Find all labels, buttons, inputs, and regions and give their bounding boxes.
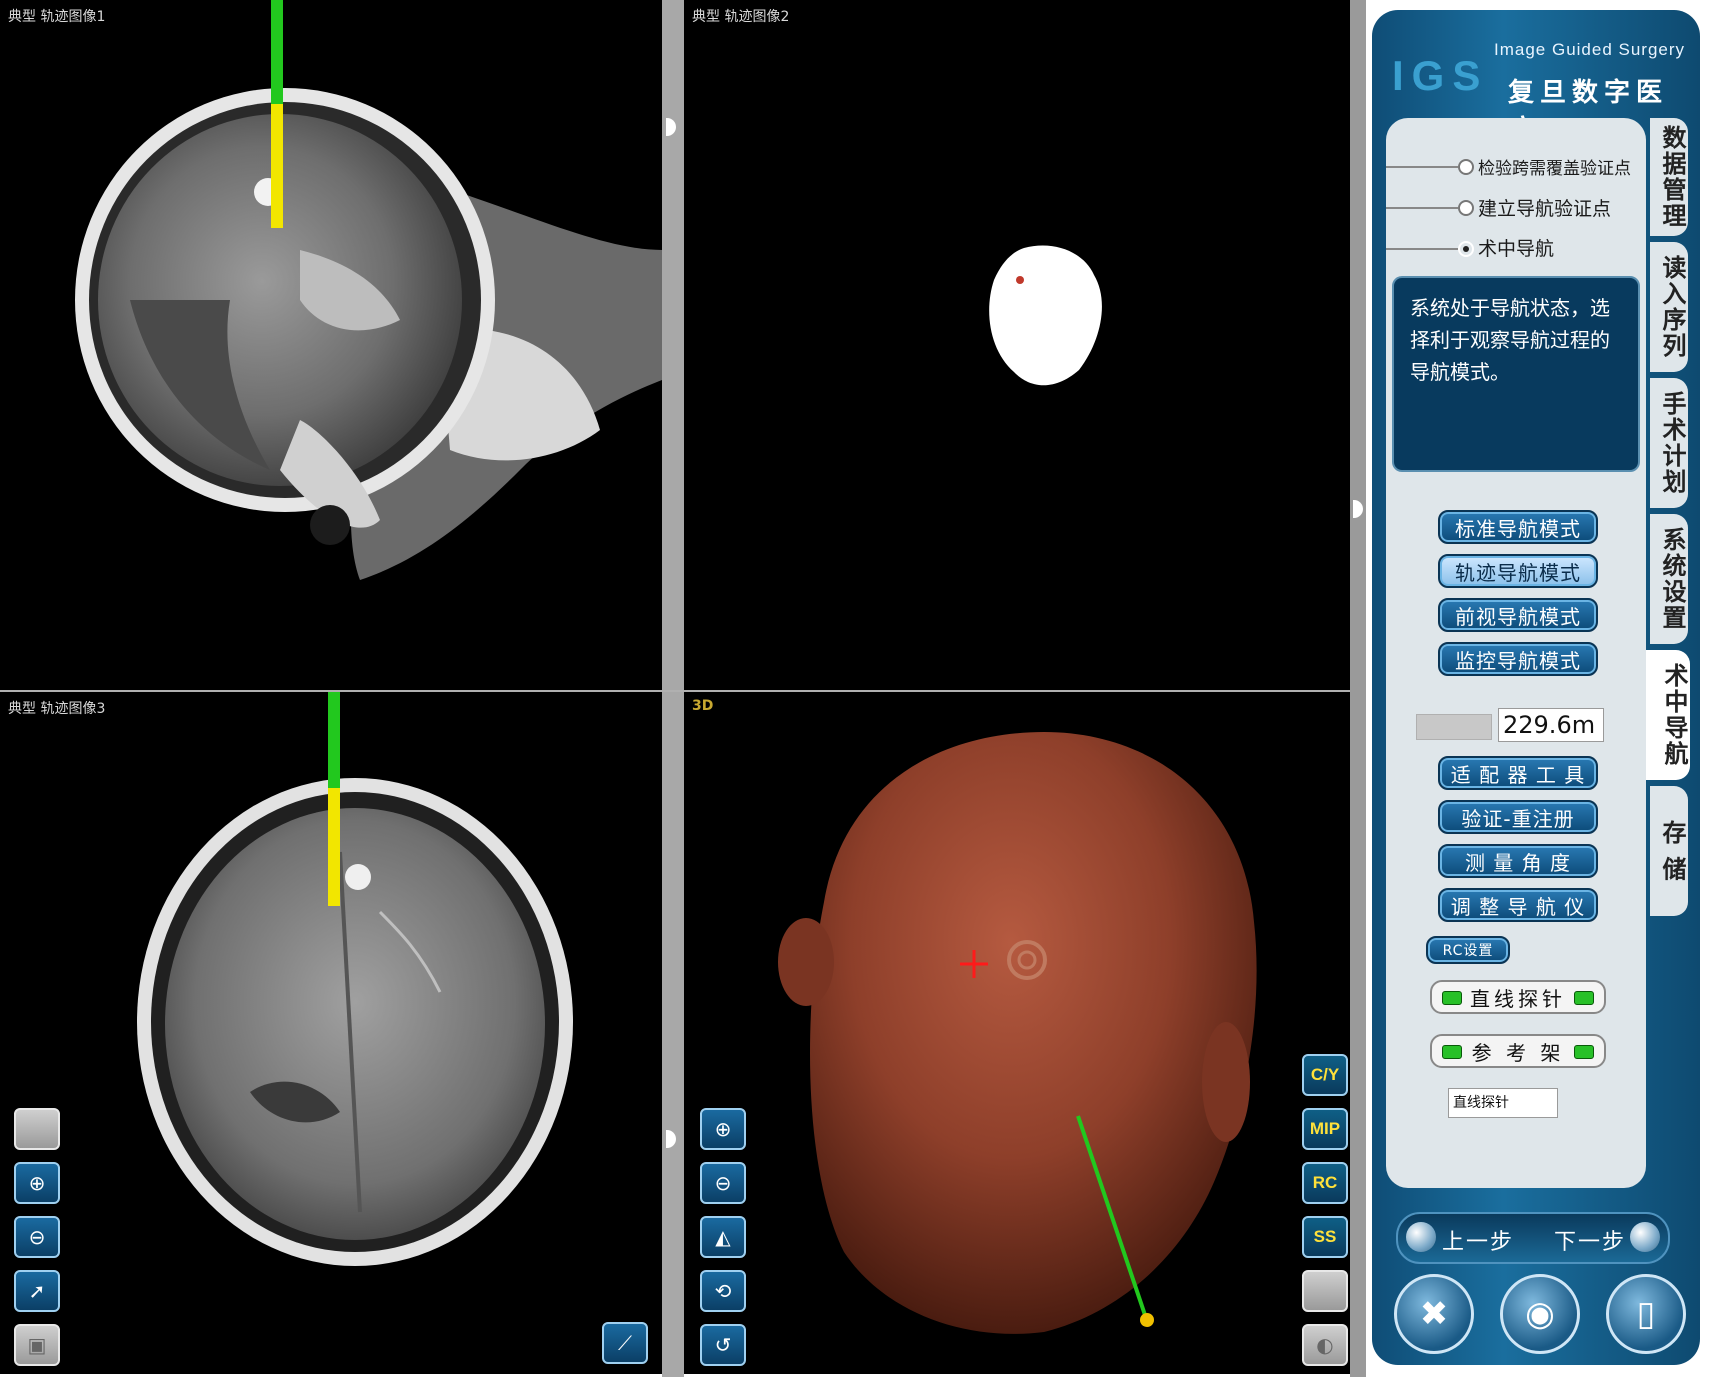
cy-label: C/Y <box>1310 1065 1340 1084</box>
3d-head-render <box>778 732 1257 1334</box>
brand-logo: IGS Image Guided Surgery 复旦数字医疗 <box>1382 20 1692 145</box>
viewport-axial[interactable]: 典型 轨迹图像3 ⊕ ⊖ ➚ ▣ ⟋ <box>0 692 662 1374</box>
status-led-icon <box>1442 1045 1462 1059</box>
brand-english: Image Guided Surgery <box>1494 40 1686 59</box>
next-step-button[interactable]: 下一步 <box>1554 1224 1626 1256</box>
tab-storage[interactable]: 存 储 <box>1650 786 1688 916</box>
trajectory-nav-mode-button[interactable]: 轨迹导航模式 <box>1438 554 1598 588</box>
status-message: 系统处于导航状态，选择利于观察导航过程的导航模式。 <box>1392 276 1640 472</box>
horizontal-splitter[interactable] <box>0 690 1350 692</box>
cy-button[interactable]: C/Y <box>1302 1054 1348 1096</box>
radio-build-verify-points[interactable] <box>1458 200 1474 216</box>
trajectory-line-yellow <box>271 104 283 228</box>
monitor-nav-mode-button[interactable]: 监控导航模式 <box>1438 642 1598 676</box>
ss-label: SS <box>1313 1227 1337 1246</box>
trajectory-line-green <box>328 692 340 788</box>
viewport-probe-eye[interactable]: 典型 轨迹图像2 <box>684 0 1350 690</box>
zoom-out-button[interactable]: ⊖ <box>700 1162 746 1204</box>
radio-label: 检验跨需覆盖验证点 <box>1478 159 1631 179</box>
line-icon: ⟋ <box>618 1331 632 1355</box>
head-icon: ◐ <box>1316 1333 1334 1357</box>
radio-label: 术中导航 <box>1478 238 1555 260</box>
viewport-sagittal[interactable]: 典型 轨迹图像1 <box>0 0 662 690</box>
rc-label: RC <box>1312 1173 1338 1192</box>
blank-tool-button[interactable] <box>14 1108 60 1150</box>
straight-probe-toggle[interactable]: 直线探针 <box>1430 980 1606 1014</box>
zoom-out-icon: ⊖ <box>714 1171 732 1195</box>
measure-angle-button[interactable]: 测 量 角 度 <box>1438 844 1598 878</box>
disabled-tool-button[interactable] <box>1302 1270 1348 1312</box>
camera-icon: ◉ <box>1525 1294 1555 1334</box>
camera-button[interactable]: ◉ <box>1500 1274 1580 1354</box>
forward-nav-mode-button[interactable]: 前视导航模式 <box>1438 598 1598 632</box>
tools-button[interactable]: ✖ <box>1394 1274 1474 1354</box>
head-view-button[interactable]: ◐ <box>1302 1324 1348 1366</box>
radio-label: 建立导航验证点 <box>1478 198 1612 220</box>
ss-button[interactable]: SS <box>1302 1216 1348 1258</box>
prev-step-icon[interactable] <box>1406 1222 1436 1252</box>
pan-icon: ◭ <box>715 1225 731 1249</box>
reset-view-icon: ↺ <box>714 1333 732 1357</box>
rotate-button[interactable]: ⟲ <box>700 1270 746 1312</box>
vertical-splitter[interactable] <box>662 0 684 1377</box>
reference-frame-toggle[interactable]: 参 考 架 <box>1430 1034 1606 1068</box>
status-led-icon <box>1574 1045 1594 1059</box>
rotate-icon: ⟲ <box>714 1279 732 1303</box>
control-panel: IGS Image Guided Surgery 复旦数字医疗 检验跨需覆盖验证… <box>1366 0 1710 1377</box>
next-step-icon[interactable] <box>1630 1222 1660 1252</box>
panel-splitter[interactable] <box>1350 0 1366 1377</box>
trajectory-line-yellow <box>328 788 340 906</box>
tab-load-series[interactable]: 读入序列 <box>1650 242 1688 372</box>
zoom-in-icon: ⊕ <box>28 1171 46 1195</box>
zoom-in-icon: ⊕ <box>714 1117 732 1141</box>
pointer-icon: ➚ <box>28 1279 46 1303</box>
viewport-title: 3D <box>692 698 714 714</box>
mip-label: MIP <box>1309 1119 1341 1138</box>
rc-settings-button[interactable]: RC设置 <box>1426 936 1510 964</box>
reset-view-button[interactable]: ↺ <box>700 1324 746 1366</box>
trajectory-line-green <box>271 0 283 104</box>
cube-icon: ▣ <box>27 1333 47 1357</box>
measure-line-button[interactable]: ⟋ <box>602 1322 648 1364</box>
zoom-out-icon: ⊖ <box>28 1225 46 1249</box>
tab-surgery-plan[interactable]: 手术计划 <box>1650 378 1688 508</box>
zoom-out-button[interactable]: ⊖ <box>14 1216 60 1258</box>
verify-reregister-button[interactable]: 验证-重注册 <box>1438 800 1598 834</box>
depth-value-field[interactable]: 229.6m <box>1498 708 1604 742</box>
cube-button[interactable]: ▣ <box>14 1324 60 1366</box>
viewport-title: 典型 轨迹图像2 <box>692 9 790 25</box>
probe-view-image <box>989 245 1102 386</box>
tab-data-management[interactable]: 数据管理 <box>1650 118 1688 236</box>
viewport-title: 典型 轨迹图像3 <box>8 701 106 717</box>
viewport-3d[interactable]: 3D ⊕ ⊖ ◭ ⟲ ↺ C/Y MIP RC SS ◐ <box>684 692 1350 1374</box>
sagittal-mri-image <box>75 88 662 580</box>
rc-button[interactable]: RC <box>1302 1162 1348 1204</box>
igs-logo-text: IGS <box>1392 52 1489 99</box>
pan-button[interactable]: ◭ <box>700 1216 746 1258</box>
step-navigation-bar: 上一步 下一步 <box>1396 1212 1670 1264</box>
tab-content-area: 检验跨需覆盖验证点 建立导航验证点 术中导航 系统处于导航状态，选择利于观察导航… <box>1386 118 1646 1188</box>
depth-label-disabled <box>1416 714 1492 740</box>
tab-system-settings[interactable]: 系统设置 <box>1650 514 1688 644</box>
exit-button[interactable]: ▯ <box>1606 1274 1686 1354</box>
adapter-tool-button[interactable]: 适 配 器 工 具 <box>1438 756 1598 790</box>
standard-nav-mode-button[interactable]: 标准导航模式 <box>1438 510 1598 544</box>
prev-step-button[interactable]: 上一步 <box>1442 1224 1514 1256</box>
status-led-icon <box>1574 991 1594 1005</box>
status-led-icon <box>1442 991 1462 1005</box>
radio-intraop-navigation[interactable] <box>1458 241 1474 257</box>
zoom-in-button[interactable]: ⊕ <box>700 1108 746 1150</box>
viewport-title: 典型 轨迹图像1 <box>8 9 106 25</box>
mip-button[interactable]: MIP <box>1302 1108 1348 1150</box>
radio-check-verify-points[interactable] <box>1458 159 1474 175</box>
tab-intraop-navigation[interactable]: 术中导航 <box>1646 650 1690 780</box>
exit-door-icon: ▯ <box>1636 1294 1656 1334</box>
tools-icon: ✖ <box>1419 1294 1449 1334</box>
zoom-in-button[interactable]: ⊕ <box>14 1162 60 1204</box>
probe-name-field[interactable]: 直线探针 <box>1448 1088 1558 1118</box>
pointer-button[interactable]: ➚ <box>14 1270 60 1312</box>
adjust-navigator-button[interactable]: 调 整 导 航 仪 <box>1438 888 1598 922</box>
